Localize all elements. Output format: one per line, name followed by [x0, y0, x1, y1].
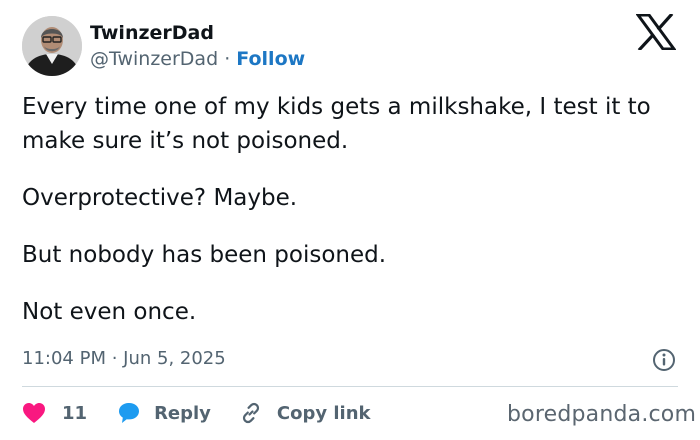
- divider: [22, 386, 678, 387]
- like-count: 11: [62, 402, 88, 424]
- author-handle[interactable]: @TwinzerDad: [90, 48, 218, 70]
- handle-separator: ·: [224, 48, 231, 70]
- tweet-timestamp[interactable]: 11:04 PM · Jun 5, 2025: [22, 348, 226, 369]
- follow-button[interactable]: Follow: [236, 48, 305, 70]
- link-icon: [239, 401, 263, 425]
- tweet-text: Every time one of my kids gets a milksha…: [22, 90, 682, 352]
- avatar[interactable]: [22, 16, 82, 76]
- tweet-paragraph: Every time one of my kids gets a milksha…: [22, 94, 651, 154]
- tweet-paragraph: But nobody has been poisoned.: [22, 242, 387, 268]
- watermark: boredpanda.com: [507, 402, 697, 427]
- info-icon[interactable]: [652, 348, 676, 372]
- reply-label: Reply: [154, 402, 211, 424]
- x-logo-icon[interactable]: [635, 12, 677, 52]
- author-handle-row: @TwinzerDad · Follow: [90, 48, 305, 70]
- reply-button[interactable]: Reply: [117, 401, 211, 425]
- speech-bubble-icon: [117, 401, 141, 425]
- tweet-paragraph: Not even once.: [22, 299, 197, 325]
- display-name[interactable]: TwinzerDad: [90, 22, 214, 44]
- action-bar: 11 Reply Copy link: [22, 398, 371, 428]
- like-button[interactable]: 11: [22, 402, 87, 424]
- copy-link-button[interactable]: Copy link: [239, 401, 371, 425]
- copy-link-label: Copy link: [276, 402, 371, 424]
- tweet-paragraph: Overprotective? Maybe.: [22, 185, 298, 211]
- heart-icon: [22, 402, 46, 424]
